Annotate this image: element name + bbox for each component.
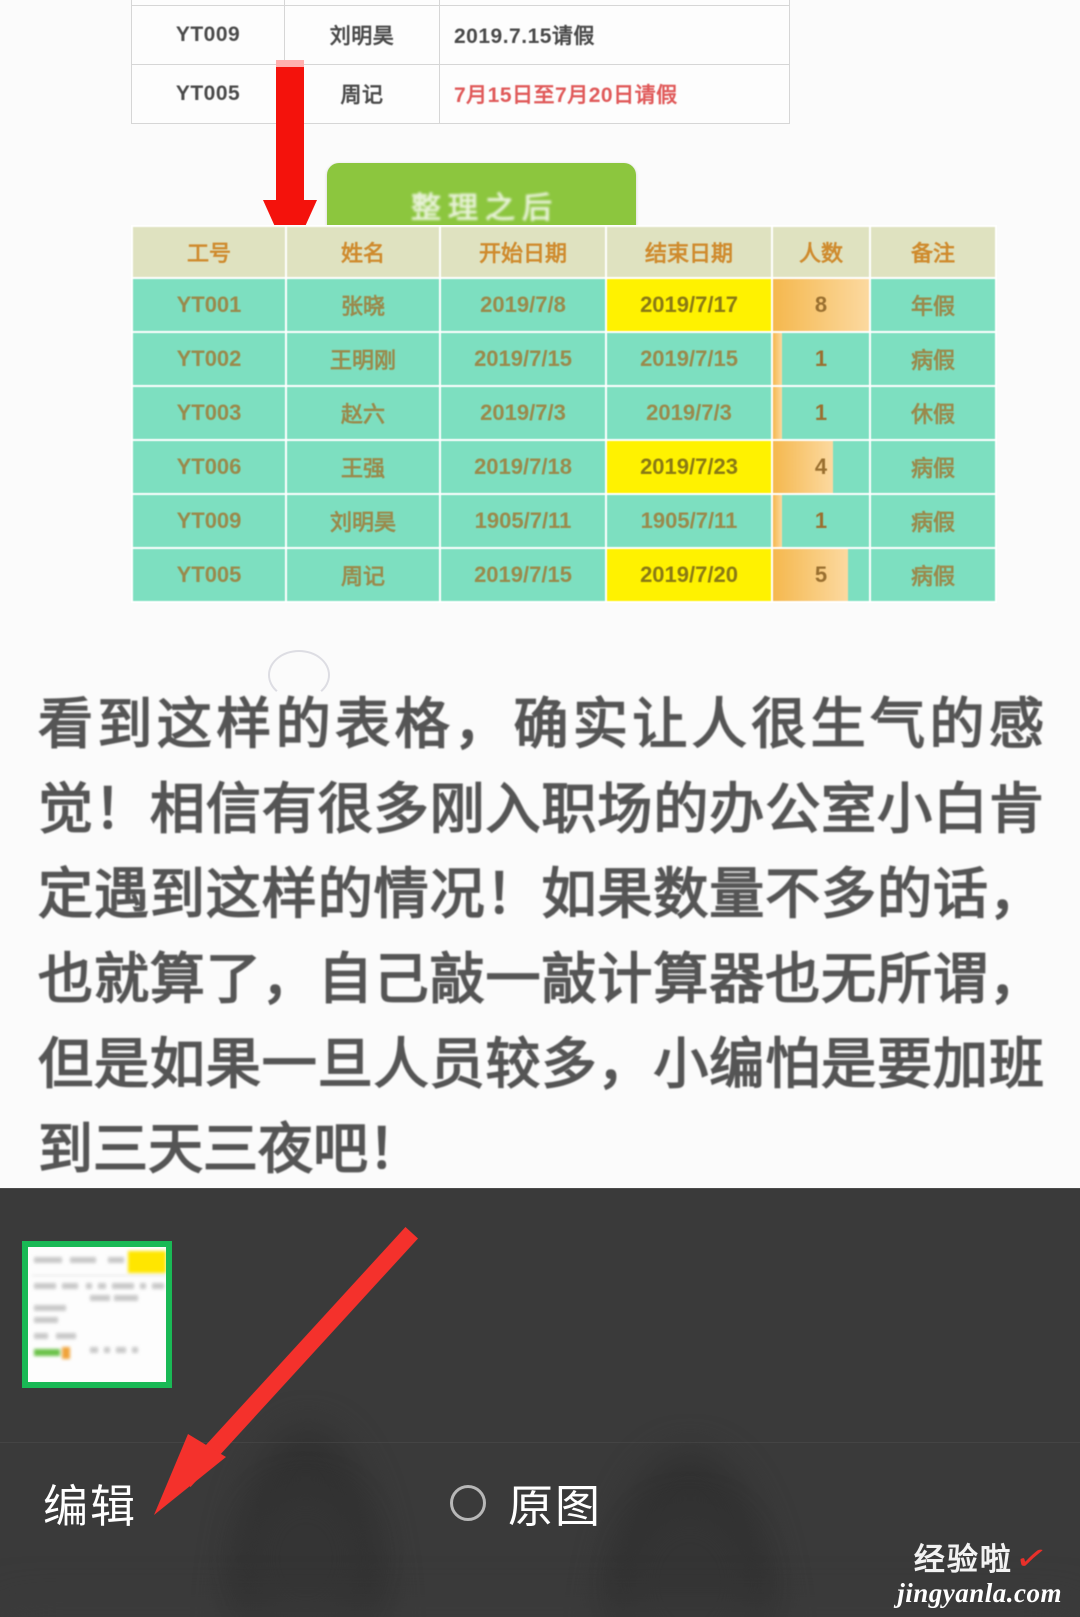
cell-remark: 病假 bbox=[871, 549, 995, 601]
article-content: YT006 王强 7月18日-7月23日请假 YT009 刘明昊 2019.7.… bbox=[0, 0, 1080, 1188]
cell-remark: 病假 bbox=[871, 333, 995, 385]
table-row: YT003 赵六 2019/7/3 2019/7/3 1 休假 bbox=[133, 387, 995, 439]
pointer-arrow-icon bbox=[154, 1226, 419, 1515]
cell-end-date: 2019/7/23 bbox=[607, 441, 771, 493]
cell-days-count: 4 bbox=[773, 441, 869, 493]
cell-days-count: 1 bbox=[773, 387, 869, 439]
check-icon: ✓ bbox=[1011, 1538, 1051, 1580]
data-bar bbox=[773, 549, 848, 601]
site-watermark: 经验啦✓ jingyanla.com bbox=[897, 1538, 1062, 1608]
cell-employee-id: YT005 bbox=[133, 549, 285, 601]
cell-remark: 休假 bbox=[871, 387, 995, 439]
cell-name: 周记 bbox=[287, 549, 439, 601]
cell-name: 赵六 bbox=[287, 387, 439, 439]
cell-end-date: 1905/7/11 bbox=[607, 495, 771, 547]
col-header-start-date: 开始日期 bbox=[441, 227, 605, 277]
cell-start-date: 2019/7/15 bbox=[441, 333, 605, 385]
data-bar-value: 5 bbox=[814, 562, 828, 587]
cell-name: 刘明昊 bbox=[287, 495, 439, 547]
data-bar-value: 4 bbox=[814, 454, 828, 479]
col-header-days-count: 人数 bbox=[773, 227, 869, 277]
col-header-name: 姓名 bbox=[287, 227, 439, 277]
cell-employee-name: 刘明昊 bbox=[284, 5, 440, 65]
data-bar bbox=[773, 333, 782, 385]
cell-employee-id: YT001 bbox=[133, 279, 285, 331]
cell-employee-id: YT002 bbox=[133, 333, 285, 385]
cell-days-count: 5 bbox=[773, 549, 869, 601]
cell-employee-id: YT009 bbox=[131, 5, 285, 65]
edit-button[interactable]: 编辑 bbox=[43, 1470, 137, 1535]
cell-start-date: 2019/7/15 bbox=[441, 549, 605, 601]
cell-end-date: 2019/7/20 bbox=[607, 549, 771, 601]
cell-employee-id: YT006 bbox=[133, 441, 285, 493]
cell-employee-id: YT005 bbox=[131, 64, 285, 124]
cell-days-count: 1 bbox=[773, 333, 869, 385]
original-image-toggle[interactable]: 原图 bbox=[450, 1470, 602, 1535]
cell-start-date: 2019/7/18 bbox=[441, 441, 605, 493]
col-header-remark: 备注 bbox=[871, 227, 995, 277]
article-paragraph: 看到这样的表格，确实让人很生气的感觉！相信有很多刚入职场的办公室小白肯定遇到这样… bbox=[38, 692, 1044, 1181]
table-header-row: 工号 姓名 开始日期 结束日期 人数 备注 bbox=[133, 227, 995, 277]
cell-start-date: 2019/7/3 bbox=[441, 387, 605, 439]
organized-table-head: 工号 姓名 开始日期 结束日期 人数 备注 bbox=[133, 227, 995, 277]
cell-name: 王明刚 bbox=[287, 333, 439, 385]
cell-end-date: 2019/7/15 bbox=[607, 333, 771, 385]
cell-end-date: 2019/7/3 bbox=[607, 387, 771, 439]
cell-start-date: 2019/7/8 bbox=[441, 279, 605, 331]
cell-name: 王强 bbox=[287, 441, 439, 493]
col-header-employee-id: 工号 bbox=[133, 227, 285, 277]
callout-text: 整理之后 bbox=[411, 192, 559, 225]
messy-table: YT006 王强 7月18日-7月23日请假 YT009 刘明昊 2019.7.… bbox=[131, 0, 790, 124]
radio-circle-icon[interactable] bbox=[450, 1484, 486, 1521]
cell-leave-note: 2019.7.15请假 bbox=[439, 5, 790, 65]
table-row: YT002 王明刚 2019/7/15 2019/7/15 1 病假 bbox=[133, 333, 995, 385]
cell-remark: 病假 bbox=[871, 441, 995, 493]
watermark-url: jingyanla.com bbox=[897, 1578, 1062, 1608]
cell-employee-id: YT003 bbox=[133, 387, 285, 439]
table-row: YT006 王强 2019/7/18 2019/7/23 4 病假 bbox=[133, 441, 995, 493]
messy-table-body: YT006 王强 7月18日-7月23日请假 YT009 刘明昊 2019.7.… bbox=[131, 0, 790, 124]
data-bar-value: 1 bbox=[814, 346, 828, 371]
cell-name: 张晓 bbox=[287, 279, 439, 331]
data-bar-value: 8 bbox=[814, 292, 828, 317]
cell-remark: 年假 bbox=[871, 279, 995, 331]
cell-employee-id: YT009 bbox=[133, 495, 285, 547]
col-header-end-date: 结束日期 bbox=[607, 227, 771, 277]
table-row: YT005 周记 2019/7/15 2019/7/20 5 病假 bbox=[133, 549, 995, 601]
organized-table-body: YT001 张晓 2019/7/8 2019/7/17 8 年假 YT002 王明刚 2019/… bbox=[133, 279, 995, 601]
original-image-label: 原图 bbox=[508, 1480, 603, 1533]
cell-leave-note: 7月15日至7月20日请假 bbox=[439, 64, 790, 124]
data-bar bbox=[773, 495, 782, 547]
organized-leave-table: 工号 姓名 开始日期 结束日期 人数 备注 YT001 张晓 2019/7/8 201… bbox=[131, 225, 997, 603]
cell-days-count: 1 bbox=[773, 495, 869, 547]
table-row: YT005 周记 7月15日至7月20日请假 bbox=[131, 64, 790, 124]
table-row: YT009 刘明昊 1905/7/11 1905/7/11 1 病假 bbox=[133, 495, 995, 547]
bar-top-divider bbox=[0, 1188, 1080, 1189]
data-bar-value: 1 bbox=[814, 508, 828, 533]
data-bar-value: 1 bbox=[814, 400, 828, 425]
data-bar bbox=[773, 387, 782, 439]
table-row: YT001 张晓 2019/7/8 2019/7/17 8 年假 bbox=[133, 279, 995, 331]
cell-end-date: 2019/7/17 bbox=[607, 279, 771, 331]
cell-remark: 病假 bbox=[871, 495, 995, 547]
cell-start-date: 1905/7/11 bbox=[441, 495, 605, 547]
watermark-brand: 经验啦 bbox=[913, 1542, 1013, 1578]
cell-days-count: 8 bbox=[773, 279, 869, 331]
table-row: YT009 刘明昊 2019.7.15请假 bbox=[131, 5, 790, 65]
